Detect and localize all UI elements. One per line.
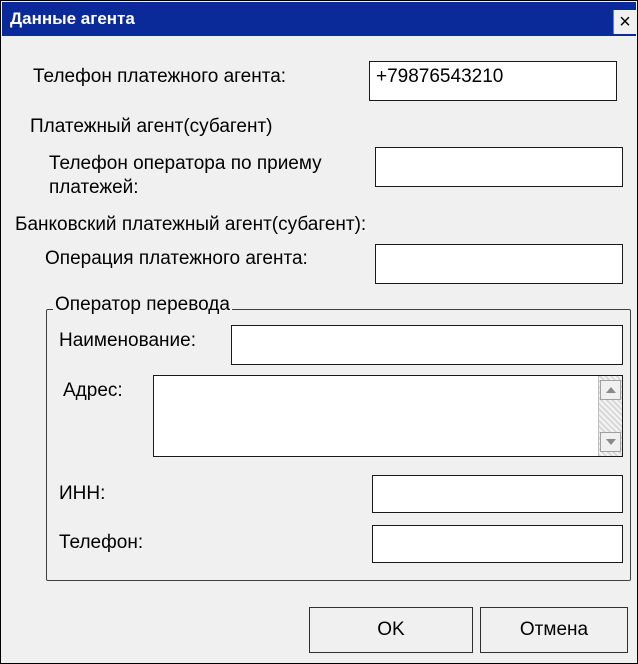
operator-phone-label-line1: Телефон оператора по приему	[49, 153, 322, 174]
close-icon: ×	[619, 11, 631, 33]
scroll-up-button[interactable]	[600, 380, 621, 400]
agent-data-dialog: Данные агента × Телефон платежного агент…	[0, 0, 638, 664]
operator-address-textarea[interactable]	[153, 375, 623, 457]
agent-operation-input[interactable]	[375, 244, 623, 284]
close-button[interactable]: ×	[613, 10, 636, 34]
operator-phone-field[interactable]	[372, 525, 623, 563]
agent-operation-label: Операция платежного агента:	[45, 248, 308, 269]
operator-phone-input[interactable]	[375, 147, 623, 187]
scroll-down-button[interactable]	[600, 432, 621, 452]
title-bar: Данные агента ×	[2, 2, 636, 36]
transfer-operator-group-title: Оператор перевода	[53, 293, 232, 317]
operator-phone-label: Телефон:	[59, 532, 144, 553]
operator-name-input[interactable]	[231, 325, 623, 365]
operator-name-label: Наименование:	[59, 330, 196, 351]
triangle-down-icon	[605, 439, 616, 445]
cancel-button[interactable]: Отмена	[480, 607, 628, 653]
operator-inn-input[interactable]	[372, 475, 623, 513]
payment-agent-section-label: Платежный агент(субагент)	[30, 116, 273, 137]
operator-inn-label: ИНН:	[59, 483, 106, 504]
operator-phone-label-line2: платежей:	[49, 177, 139, 198]
agent-phone-input[interactable]: +79876543210	[369, 61, 617, 101]
address-scrollbar[interactable]	[598, 376, 622, 456]
ok-button[interactable]: OK	[309, 607, 473, 653]
operator-address-label: Адрес:	[63, 380, 123, 401]
agent-phone-label: Телефон платежного агента:	[33, 66, 287, 87]
triangle-up-icon	[605, 387, 616, 393]
bank-agent-section-label: Банковский платежный агент(субагент):	[15, 214, 367, 235]
window-title: Данные агента	[10, 9, 135, 28]
